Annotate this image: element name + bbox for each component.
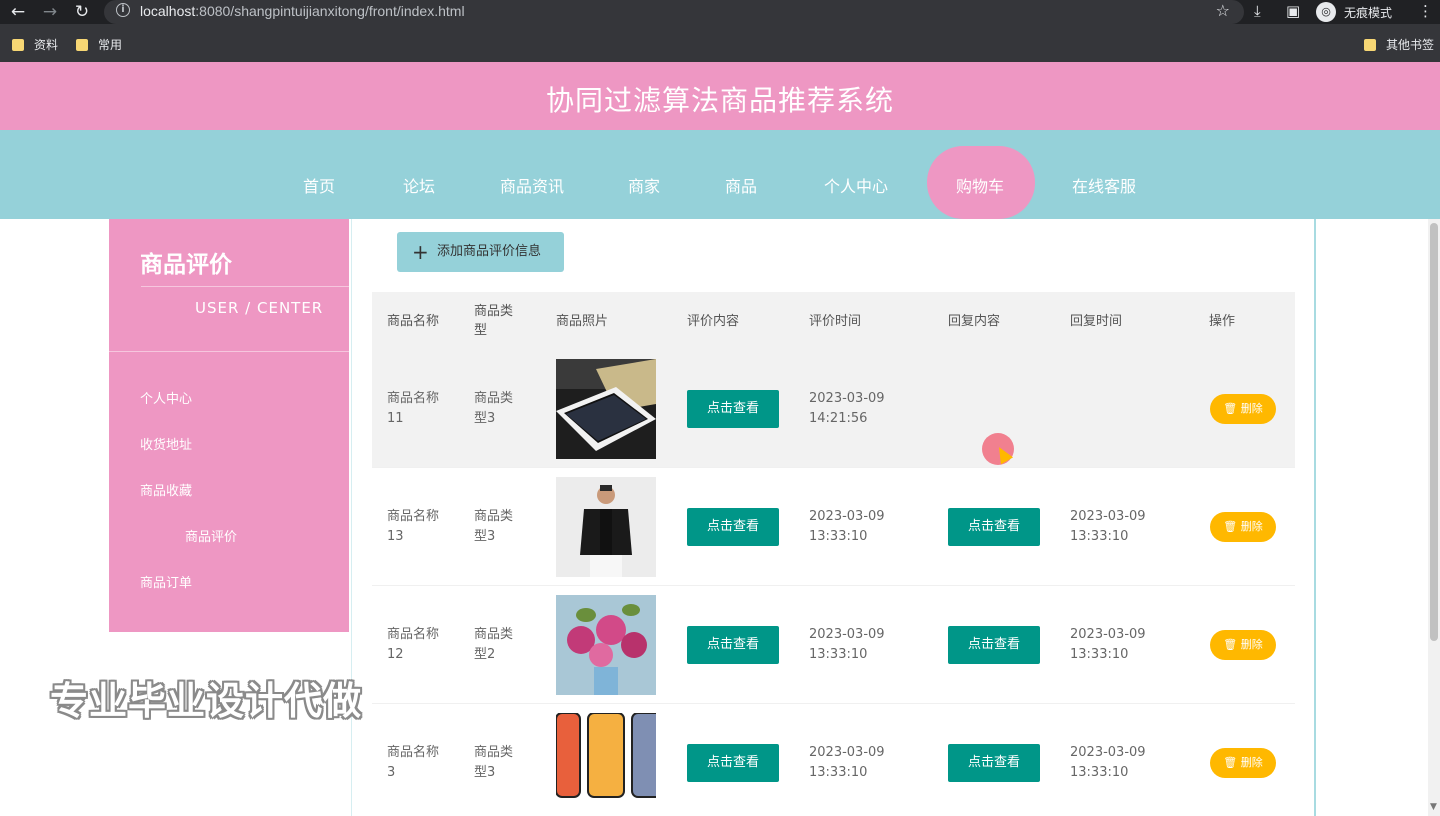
delete-button[interactable]: 🗑 删除 [1210, 394, 1276, 424]
col-reply-content: 回复内容 [948, 313, 1001, 329]
product-photo[interactable] [556, 595, 656, 695]
sidebar-item-orders[interactable]: 商品订单 [140, 572, 192, 591]
download-icon[interactable]: ⤓ [1254, 2, 1261, 20]
product-type-cell: 商品类 型3 [474, 391, 514, 426]
table-header: 商品名称 商品类型 商品照片 评价内容 评价时间 回复内容 回复时间 操作 [372, 292, 1295, 350]
product-type-cell: 商品类 型3 [474, 509, 514, 544]
table-row: 商品名称 11 商品类 型3 点击查看 2023-03-09 14:21:56 🗑 删… [372, 350, 1295, 468]
sidebar-subtitle: USER / CENTER [195, 299, 324, 317]
sidebar-item-user-center[interactable]: 个人中心 [140, 388, 192, 407]
site-title: 协同过滤算法商品推荐系统 [545, 84, 894, 117]
incognito-label: 无痕模式 [1344, 6, 1393, 20]
nav-products[interactable]: 商品 [725, 173, 757, 197]
product-type-cell: 商品类 型2 [474, 627, 514, 662]
col-product-photo: 商品照片 [556, 313, 609, 329]
sidebar-divider [141, 286, 349, 287]
page-scrollbar[interactable]: ▼ [1428, 219, 1440, 816]
site-info-icon[interactable]: i [116, 3, 130, 17]
table-row: 商品名称 3 商品类 型3 点击查看 2023-03-09 13:33:10 点击查看… [372, 704, 1295, 816]
user-sidebar: 商品评价 USER / CENTER 个人中心 收货地址 商品收藏 商品评价 商… [109, 219, 349, 632]
forward-arrow-icon[interactable]: → [40, 2, 60, 22]
bookmark-folder-ziliao[interactable]: 资料 [12, 36, 58, 53]
delete-button[interactable]: 🗑 删除 [1210, 512, 1276, 542]
browser-toolbar: ← → ↻ i localhost:8080/shangpintuijianxi… [0, 0, 1440, 24]
menu-kebab-icon[interactable]: ⋮ [1418, 2, 1433, 20]
incognito-icon[interactable]: ◎ [1316, 2, 1336, 22]
nav-news[interactable]: 商品资讯 [500, 173, 564, 197]
trash-icon: 🗑 [1223, 520, 1238, 533]
sidebar-item-reviews[interactable]: 商品评价 [185, 526, 237, 545]
bookmark-folder-changyong[interactable]: 常用 [76, 36, 122, 53]
review-time-cell: 2023-03-09 13:33:10 [809, 745, 885, 780]
table-row: 商品名称 12 商品类 型2 点击查看 2023-03-09 13:33:10 点击查… [372, 586, 1295, 704]
folder-icon [76, 39, 88, 51]
delete-button[interactable]: 🗑 删除 [1210, 748, 1276, 778]
product-photo[interactable] [556, 359, 656, 459]
other-bookmarks[interactable]: 其他书签 [1364, 36, 1434, 53]
col-product-name: 商品名称 [387, 313, 440, 329]
scroll-down-icon[interactable]: ▼ [1430, 802, 1437, 812]
review-time-cell: 2023-03-09 13:33:10 [809, 509, 885, 544]
folder-icon [12, 39, 24, 51]
product-name-cell: 商品名称 13 [387, 509, 440, 544]
col-reply-time: 回复时间 [1070, 313, 1123, 329]
view-reply-button[interactable]: 点击查看 [948, 744, 1040, 782]
col-review-time: 评价时间 [809, 313, 862, 329]
review-time-cell: 2023-03-09 13:33:10 [809, 627, 885, 662]
view-reply-button[interactable]: 点击查看 [948, 626, 1040, 664]
nav-forum[interactable]: 论坛 [403, 173, 435, 197]
sidebar-divider [109, 351, 349, 352]
bookmarks-bar: 资料 常用 其他书签 [0, 24, 1440, 62]
product-photo[interactable] [556, 713, 656, 813]
nav-online-service[interactable]: 在线客服 [1072, 173, 1136, 197]
product-name-cell: 商品名称 3 [387, 745, 440, 780]
reply-time-cell: 2023-03-09 13:33:10 [1070, 745, 1146, 780]
add-review-button[interactable]: + 添加商品评价信息 [397, 232, 564, 272]
nav-merchants[interactable]: 商家 [628, 173, 660, 197]
bookmark-star-icon[interactable]: ☆ [1216, 1, 1230, 20]
sidebar-item-favorites[interactable]: 商品收藏 [140, 480, 192, 499]
view-review-button[interactable]: 点击查看 [687, 508, 779, 546]
trash-icon: 🗑 [1223, 638, 1238, 651]
sidepanel-icon[interactable]: ▣ [1286, 2, 1300, 20]
url-text: localhost:8080/shangpintuijianxitong/fro… [140, 3, 465, 19]
col-review-content: 评价内容 [687, 313, 740, 329]
trash-icon: 🗑 [1223, 402, 1238, 415]
scrollbar-thumb[interactable] [1430, 223, 1438, 641]
product-type-cell: 商品类 型3 [474, 745, 514, 780]
nav-user-center[interactable]: 个人中心 [824, 173, 888, 197]
view-review-button[interactable]: 点击查看 [687, 626, 779, 664]
view-review-button[interactable]: 点击查看 [687, 744, 779, 782]
product-name-cell: 商品名称 12 [387, 627, 440, 662]
product-photo[interactable] [556, 477, 656, 577]
nav-cart[interactable]: 购物车 [956, 173, 1004, 197]
sidebar-item-address[interactable]: 收货地址 [140, 434, 192, 453]
view-reply-button[interactable]: 点击查看 [948, 508, 1040, 546]
col-product-type: 商品类型 [474, 304, 514, 338]
watermark-text: 专业毕业设计代做 [50, 679, 363, 723]
product-name-cell: 商品名称 11 [387, 391, 440, 426]
trash-icon: 🗑 [1223, 756, 1238, 769]
main-nav: 首页 论坛 商品资讯 商家 商品 个人中心 购物车 在线客服 [0, 130, 1440, 219]
reload-icon[interactable]: ↻ [72, 2, 92, 22]
review-time-cell: 2023-03-09 14:21:56 [809, 391, 885, 426]
view-review-button[interactable]: 点击查看 [687, 390, 779, 428]
delete-button[interactable]: 🗑 删除 [1210, 630, 1276, 660]
col-actions: 操作 [1209, 313, 1236, 329]
address-bar[interactable]: i localhost:8080/shangpintuijianxitong/f… [104, 0, 1244, 24]
back-arrow-icon[interactable]: ← [8, 2, 28, 22]
main-content: + 添加商品评价信息 商品名称 商品类型 商品照片 评价内容 评价时间 回复内容… [351, 219, 1316, 816]
folder-icon [1364, 39, 1376, 51]
sidebar-title: 商品评价 [140, 252, 232, 278]
table-row: 商品名称 13 商品类 型3 点击查看 2023-03-09 13:33:10 点击查… [372, 468, 1295, 586]
nav-home[interactable]: 首页 [303, 173, 335, 197]
plus-icon: + [412, 240, 429, 264]
site-header: 协同过滤算法商品推荐系统 [0, 62, 1440, 130]
reply-time-cell: 2023-03-09 13:33:10 [1070, 509, 1146, 544]
reply-time-cell: 2023-03-09 13:33:10 [1070, 627, 1146, 662]
